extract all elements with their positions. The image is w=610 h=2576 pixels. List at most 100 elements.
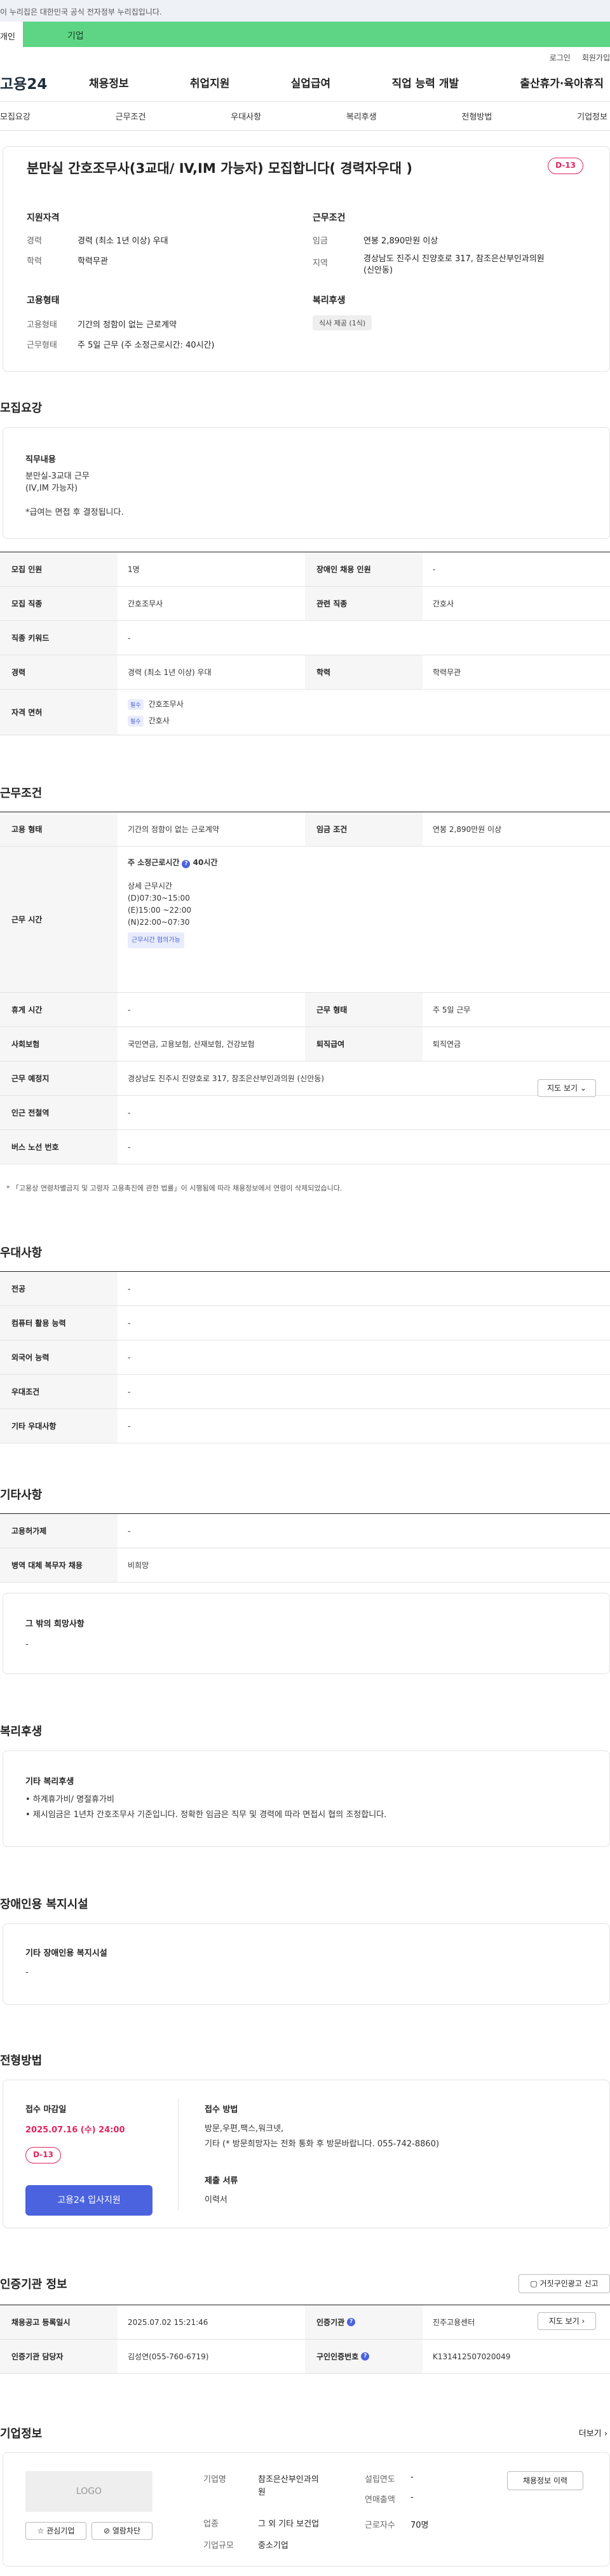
employment-type-value: 기간의 정함이 없는 근로계약 bbox=[78, 320, 177, 330]
license-name: 간호사 bbox=[148, 716, 170, 725]
login-link[interactable]: 로그인 bbox=[550, 53, 571, 62]
other-table: 고용허가제 - 병역 대체 복무자 채용 비희망 bbox=[0, 1513, 610, 1583]
block-icon: ⊘ bbox=[103, 2526, 111, 2535]
site-logo[interactable]: 고용24 bbox=[0, 72, 83, 93]
false-ad-report-button[interactable]: ▢ 거짓구인광고 신고 bbox=[518, 2274, 610, 2293]
job-id-label: 구인인증번호? bbox=[305, 2340, 423, 2373]
disabled-hire-value: - bbox=[433, 564, 436, 574]
subnav-company[interactable]: 기업정보 bbox=[577, 110, 607, 122]
headcount-label: 모집 인원 bbox=[0, 552, 118, 586]
emp-type-value: 기간의 정함이 없는 근로계약 bbox=[128, 825, 219, 834]
apply-button[interactable]: 고용24 입사지원 bbox=[25, 2185, 152, 2216]
interest-company-button[interactable]: ☆ 관심기업 bbox=[25, 2522, 86, 2540]
sales-label: 연매출액 bbox=[365, 2495, 395, 2505]
sales-value: - bbox=[410, 2493, 414, 2502]
registered-value: 2025.07.02 15:21:46 bbox=[128, 2317, 208, 2327]
chevron-down-icon: ⌄ bbox=[580, 1084, 586, 1093]
agency-heading: 인증기관 정보 bbox=[0, 2278, 67, 2291]
info-icon[interactable]: ? bbox=[347, 2318, 356, 2326]
detail-hours-label: 상세 근무시간 bbox=[128, 882, 173, 890]
industry-label: 업종 bbox=[203, 2519, 219, 2529]
hiring-history-button[interactable]: 채용정보 이력 bbox=[507, 2471, 583, 2490]
duty-line: 분만실-3교대 근무 bbox=[25, 472, 90, 481]
more-label: 더보기 bbox=[578, 2429, 602, 2439]
gnb-menu: 채용정보 취업지원 실업급여 직업 능력 개발 출산휴가·육아휴직 bbox=[83, 74, 610, 90]
pc-skill-value: - bbox=[128, 1318, 131, 1328]
agency-map-button[interactable]: 지도 보기 › bbox=[538, 2312, 596, 2330]
subnav-preference[interactable]: 우대사항 bbox=[231, 110, 261, 122]
education-row-label: 학력 bbox=[305, 655, 423, 689]
chevron-right-icon: › bbox=[581, 2317, 585, 2326]
preference-heading: 우대사항 bbox=[0, 1246, 43, 1260]
agency-manager-value: 김성연(055-760-6719) bbox=[128, 2352, 209, 2361]
wage-cond-value: 연봉 2,890만원 이상 bbox=[433, 825, 502, 834]
career-label: 경력 bbox=[27, 236, 42, 246]
job-keyword-label: 직종 키워드 bbox=[0, 621, 118, 655]
license-item: 필수 간호사 bbox=[128, 715, 170, 726]
disabled-facility-value: - bbox=[25, 1968, 29, 1977]
other-preference-value: - bbox=[128, 1421, 131, 1431]
work-type-value: 주 5일 근무 (주 소정근로시간: 40시간) bbox=[78, 341, 215, 350]
gnb-item-employment-support[interactable]: 취업지원 bbox=[184, 74, 236, 90]
founded-label: 설립연도 bbox=[365, 2475, 395, 2484]
method-line: 방문,우편,팩스,워크넷, bbox=[205, 2124, 284, 2134]
license-name: 간호조무사 bbox=[148, 699, 184, 709]
job-id-value: K131412507020049 bbox=[433, 2352, 511, 2361]
education-row-value: 학력무관 bbox=[433, 668, 461, 677]
subnav-conditions[interactable]: 근무조건 bbox=[116, 110, 146, 122]
other-heading: 기타사항 bbox=[0, 1489, 43, 1502]
agency-org-text: 인증기관 bbox=[316, 2318, 345, 2327]
job-keyword-value: - bbox=[128, 633, 131, 643]
license-item: 필수 간호조무사 bbox=[128, 699, 184, 710]
conditions-heading: 근무조건 bbox=[313, 213, 346, 223]
break-label: 휴게 시간 bbox=[0, 993, 118, 1026]
subnav-welfare[interactable]: 복리후생 bbox=[346, 110, 377, 122]
block-company-button[interactable]: ⊘ 열람차단 bbox=[92, 2522, 152, 2540]
job-id-text: 구인인증번호 bbox=[316, 2352, 359, 2361]
more-link[interactable]: 더보기 › bbox=[579, 2427, 607, 2439]
gnb-item-skills[interactable]: 직업 능력 개발 bbox=[385, 74, 465, 90]
military-value: 비희망 bbox=[128, 1561, 149, 1570]
company-size-value: 중소기업 bbox=[258, 2541, 288, 2551]
region-label: 지역 bbox=[313, 259, 328, 268]
chevron-right-icon: › bbox=[604, 2429, 607, 2439]
method-label: 접수 방법 bbox=[205, 2105, 238, 2115]
company-name-value: 참조은산부인과의 bbox=[258, 2475, 319, 2484]
global-nav: 고용24 채용정보 취업지원 실업급여 직업 능력 개발 출산휴가·육아휴직 bbox=[0, 64, 610, 102]
signup-link[interactable]: 회원가입 bbox=[582, 53, 610, 62]
info-icon[interactable]: ? bbox=[182, 860, 191, 868]
deadline-label: 접수 마감일 bbox=[25, 2105, 67, 2115]
company-name-value-2: 원 bbox=[258, 2488, 266, 2497]
tab-personal[interactable]: 개인 bbox=[0, 22, 23, 47]
duty-line: *급여는 면접 후 결정됩니다. bbox=[25, 508, 124, 517]
documents-value: 이력서 bbox=[205, 2195, 227, 2205]
gnb-item-unemployment-benefit[interactable]: 실업급여 bbox=[285, 74, 337, 90]
map-view-button[interactable]: 지도 보기 ⌄ bbox=[538, 1079, 596, 1097]
welfare-heading: 복리후생 bbox=[313, 296, 346, 306]
bus-label: 버스 노선 번호 bbox=[0, 1130, 118, 1164]
gov-banner: 이 누리집은 대한민국 공식 전자정부 누리집입니다. bbox=[0, 0, 610, 22]
duty-line: (IV,IM 가능자) bbox=[25, 484, 78, 493]
tab-company[interactable]: 기업 bbox=[23, 22, 610, 47]
language-label: 외국어 능력 bbox=[0, 1340, 118, 1374]
weekly-hours: 주 소정근로시간? 40시간 bbox=[128, 857, 217, 869]
bus-value: - bbox=[128, 1142, 131, 1152]
gnb-item-jobs[interactable]: 채용정보 bbox=[83, 74, 135, 90]
gnb-item-leave[interactable]: 출산휴가·육아휴직 bbox=[513, 74, 610, 90]
info-icon[interactable]: ? bbox=[361, 2352, 370, 2361]
duty-label: 직무내용 bbox=[25, 455, 56, 465]
welfare-tag: 식사 제공 (1식) bbox=[313, 315, 372, 331]
wage-value: 연봉 2,890만원 이상 bbox=[363, 236, 438, 246]
agency-map-label: 지도 보기 bbox=[548, 2317, 580, 2326]
major-label: 전공 bbox=[0, 1272, 118, 1305]
job-type-value: 간호조무사 bbox=[128, 599, 163, 608]
related-job-label: 관련 직종 bbox=[305, 587, 423, 620]
work-form-label: 근무 형태 bbox=[305, 993, 423, 1026]
star-icon: ☆ bbox=[37, 2526, 44, 2535]
subnav-process[interactable]: 전형방법 bbox=[462, 110, 492, 122]
user-type-tabs: 개인 기업 bbox=[0, 22, 610, 47]
subnav-recruit[interactable]: 모집요강 bbox=[0, 110, 30, 122]
recruit-heading: 모집요강 bbox=[0, 402, 43, 415]
weekly-hours-value: 40시간 bbox=[193, 858, 218, 867]
employees-label: 근로자수 bbox=[365, 2521, 395, 2530]
